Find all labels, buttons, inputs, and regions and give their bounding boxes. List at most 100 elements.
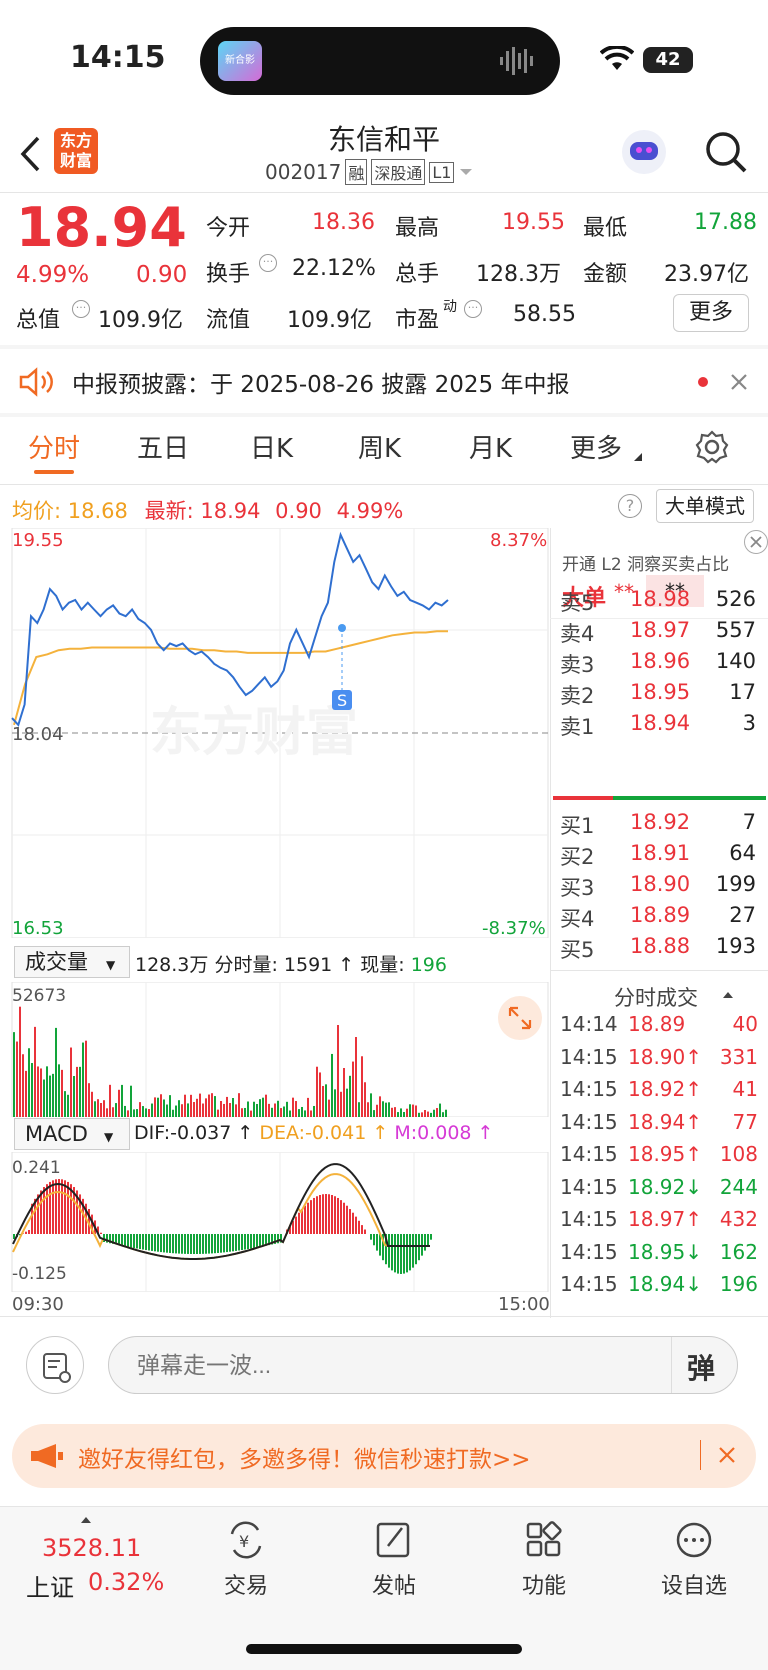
search-icon[interactable] (704, 130, 748, 174)
volume-bar (94, 1101, 96, 1117)
bid-row[interactable]: 买5 18.88 193 (560, 934, 760, 964)
volume-bar (103, 1100, 105, 1117)
info-icon[interactable]: ··· (259, 254, 277, 272)
svg-text:S: S (337, 691, 347, 710)
volume-bar (295, 1101, 297, 1117)
macd-bar (103, 1234, 105, 1242)
volume-bar (409, 1104, 411, 1117)
chevron-up-icon[interactable] (722, 990, 734, 1000)
volume-bar (157, 1097, 159, 1117)
trades-title[interactable]: 分时成交 (614, 982, 698, 1012)
gear-icon[interactable] (695, 430, 729, 464)
macd-bar (250, 1234, 252, 1249)
bid-row[interactable]: 买4 18.89 27 (560, 903, 760, 933)
volume-bar (379, 1096, 381, 1117)
ask-row[interactable]: 卖1 18.94 3 (560, 711, 760, 741)
open-label: 今开 (206, 216, 251, 241)
trade-time: 14:15 (560, 1109, 618, 1134)
volume-bar (22, 1054, 24, 1117)
nav-add-watchlist[interactable]: 设自选 (634, 1520, 754, 1600)
volume-bar (229, 1103, 231, 1117)
ask-row[interactable]: 卖5 18.98 526 (560, 587, 760, 617)
volume-max-label: 52673 (12, 986, 67, 1006)
macd-bar (373, 1234, 375, 1246)
bid-row[interactable]: 买1 18.92 7 (560, 810, 760, 840)
volume-bar (190, 1094, 192, 1117)
help-icon[interactable]: ? (618, 494, 642, 518)
pe-sup: 动 (443, 299, 457, 315)
close-icon[interactable] (730, 373, 748, 391)
nav-functions[interactable]: 功能 (484, 1520, 604, 1600)
notice-text: 中报预披露：于 2025-08-26 披露 2025 年中报 (72, 372, 570, 398)
volume-bar (277, 1100, 279, 1117)
volume-bar (382, 1101, 384, 1117)
audio-wave-icon (500, 47, 533, 75)
l2-promo[interactable]: 开通 L2 洞察买卖占比 (562, 550, 729, 575)
tab-5day[interactable]: 五日 (137, 428, 189, 465)
ask-row[interactable]: 卖3 18.96 140 (560, 649, 760, 679)
comment-input-box[interactable]: 弹 (108, 1336, 738, 1394)
macd-indicator-select[interactable]: MACD ▼ (14, 1118, 130, 1150)
macd-bar (235, 1234, 237, 1251)
price-chart[interactable]: 东方财富 S (0, 528, 550, 938)
macd-bar (232, 1234, 234, 1252)
volume-indicator-select[interactable]: 成交量 ▼ (14, 946, 130, 978)
macd-bar (397, 1234, 399, 1274)
trade-time: 14:14 (560, 1012, 618, 1036)
index-value[interactable]: 3528.11 (42, 1534, 141, 1562)
macd-bar (214, 1234, 216, 1254)
bid-row[interactable]: 买2 18.91 64 (560, 841, 760, 871)
ask-row[interactable]: 卖2 18.95 17 (560, 680, 760, 710)
nav-post[interactable]: 发帖 (334, 1520, 454, 1600)
close-icon[interactable] (718, 1446, 736, 1464)
volume-bar (202, 1103, 204, 1117)
tab-weekly-k[interactable]: 周K (358, 428, 401, 465)
comment-input[interactable] (137, 1349, 637, 1381)
yuan-exchange-icon: ¥ (230, 1521, 262, 1559)
trade-time: 14:15 (560, 1239, 618, 1264)
robot-assistant-icon[interactable] (622, 130, 666, 174)
volume-bar (118, 1089, 120, 1117)
trade-row: 14:15 18.92↑ 41 (560, 1077, 760, 1109)
macd-bar (430, 1234, 432, 1240)
expand-up-icon[interactable] (80, 1516, 92, 1524)
volume-bar (160, 1094, 162, 1117)
volume-bar (52, 1073, 54, 1117)
volume-chart[interactable] (0, 982, 550, 1117)
tab-monthly-k[interactable]: 月K (469, 428, 512, 465)
volume-bar (217, 1109, 219, 1117)
tab-daily-k[interactable]: 日K (250, 428, 293, 465)
volume-bar (127, 1110, 129, 1117)
volume-bar (307, 1097, 309, 1117)
big-order-mode-button[interactable]: 大单模式 (656, 489, 754, 523)
x-start-label: 09:30 (12, 1294, 64, 1315)
ask-row[interactable]: 卖4 18.97 557 (560, 618, 760, 648)
volume-bar (205, 1098, 207, 1117)
macd-bar (307, 1202, 309, 1234)
volume-bar (352, 1061, 354, 1117)
tab-intraday[interactable]: 分时 (28, 428, 80, 465)
volume-bar (358, 1102, 360, 1117)
volume-bar (133, 1109, 135, 1117)
trade-time: 14:15 (560, 1077, 618, 1101)
volume-bar (325, 1084, 327, 1117)
macd-bar (418, 1234, 420, 1261)
expand-icon[interactable] (498, 996, 542, 1040)
nav-trade[interactable]: ¥ 交易 (186, 1520, 306, 1600)
invite-promo-bar[interactable]: 邀好友得红包，多邀多得！微信秒速打款>> (12, 1424, 756, 1488)
close-icon[interactable] (744, 530, 768, 554)
dropdown-icon[interactable] (458, 167, 474, 177)
more-button[interactable]: 更多 (673, 294, 749, 332)
danmu-list-icon[interactable] (26, 1336, 84, 1394)
macd-bar (145, 1234, 147, 1251)
notice-bar[interactable]: 中报预披露：于 2025-08-26 披露 2025 年中报 (0, 349, 768, 413)
volume-bar (112, 1107, 114, 1117)
info-icon[interactable]: ··· (464, 300, 482, 318)
macd-chart[interactable] (0, 1152, 550, 1292)
danmu-toggle-button[interactable]: 弹 (687, 1347, 715, 1387)
info-icon[interactable]: ··· (72, 300, 90, 318)
tab-more[interactable]: 更多 (570, 428, 622, 465)
speaker-icon (19, 367, 53, 397)
bid-row[interactable]: 买3 18.90 199 (560, 872, 760, 902)
macd-bar (28, 1230, 30, 1234)
